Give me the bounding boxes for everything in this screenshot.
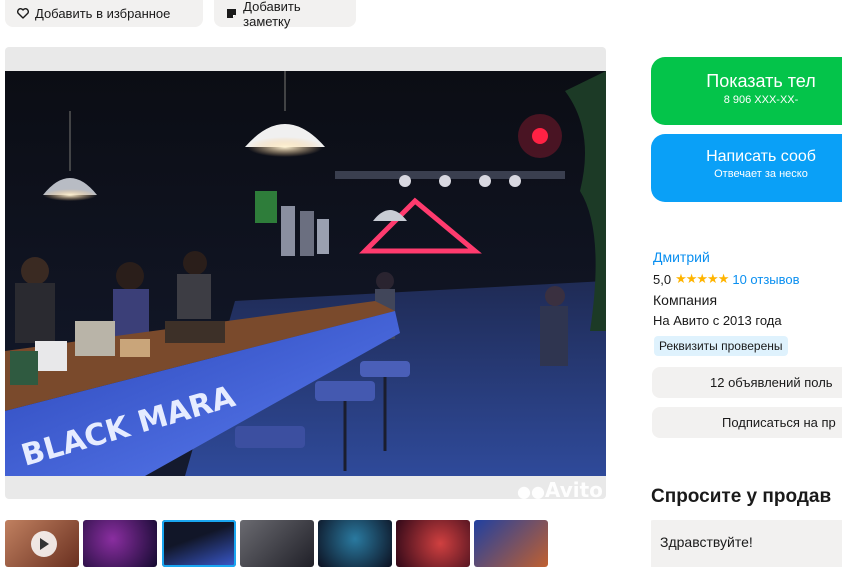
note-icon — [226, 8, 237, 20]
thumbnail-6[interactable] — [396, 520, 470, 567]
add-note-button[interactable]: Добавить заметку — [214, 0, 356, 29]
seller-name-link[interactable]: Дмитрий — [653, 249, 710, 265]
add-to-favorites-button[interactable]: Добавить в избранное — [5, 0, 203, 27]
show-phone-button[interactable]: Показать тел 8 906 XXX-XX- — [651, 57, 842, 125]
subscribe-button[interactable]: Подписаться на пр — [652, 407, 842, 438]
ask-seller-title: Спросите у продав — [651, 486, 832, 507]
response-time: Отвечает за неско — [714, 168, 808, 180]
seller-panel: Показать тел 8 906 XXX-XX- Написать сооб… — [651, 0, 842, 567]
write-message-label: Написать сооб — [706, 148, 816, 165]
heart-icon — [17, 8, 29, 20]
ask-message-input[interactable]: Здравствуйте! — [651, 520, 842, 567]
main-photo[interactable]: BLACK MARA — [5, 71, 606, 476]
add-to-favorites-label: Добавить в избранное — [35, 6, 171, 21]
verified-badge: Реквизиты проверены — [654, 336, 788, 356]
add-note-label: Добавить заметку — [243, 0, 301, 29]
thumbnail-4[interactable] — [240, 520, 314, 567]
seller-rating: 5,0 ★★★★★ 10 отзывов — [653, 271, 800, 287]
avito-logo-icon: ●● — [517, 482, 545, 499]
thumbnail-video[interactable] — [5, 520, 79, 567]
rating-stars-icon: ★★★★★ — [675, 271, 729, 286]
rating-value: 5,0 — [653, 271, 672, 287]
write-message-button[interactable]: Написать сооб Отвечает за неско — [651, 134, 842, 202]
masked-phone: 8 906 XXX-XX- — [723, 94, 799, 106]
thumbnail-7[interactable] — [474, 520, 548, 567]
play-icon — [31, 531, 57, 557]
reviews-link[interactable]: 10 отзывов — [732, 272, 799, 287]
thumbnail-5[interactable] — [318, 520, 392, 567]
main-photo-gallery[interactable]: BLACK MARA ●●Avito — [5, 47, 606, 499]
thumbnail-3-selected[interactable] — [162, 520, 236, 567]
seller-listings-button[interactable]: 12 объявлений поль — [652, 367, 842, 398]
avito-watermark: ●●Avito — [517, 478, 603, 499]
seller-since: На Авито с 2013 года — [653, 313, 782, 328]
thumbnail-2[interactable] — [83, 520, 157, 567]
show-phone-label: Показать тел — [706, 71, 816, 91]
seller-type: Компания — [653, 292, 718, 308]
